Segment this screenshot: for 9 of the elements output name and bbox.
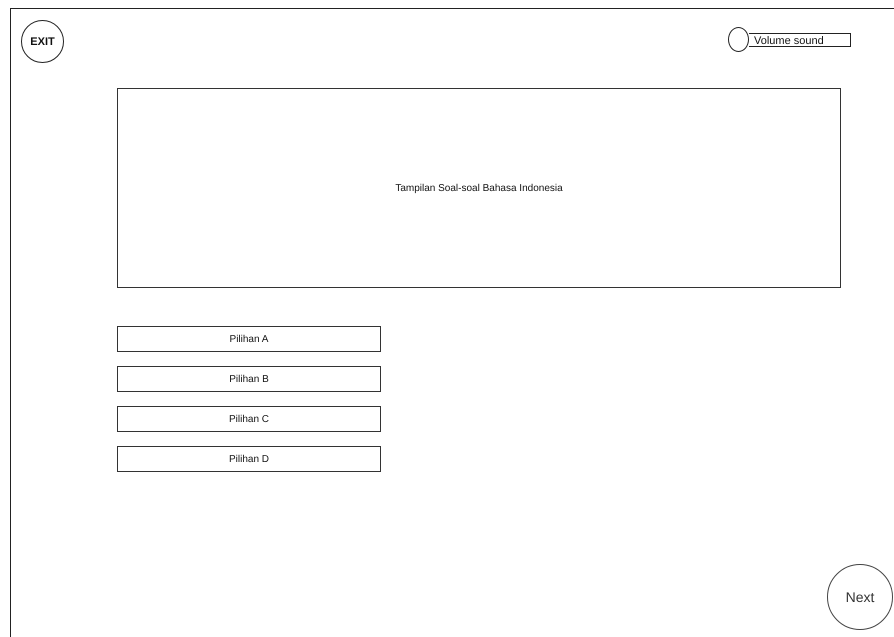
question-text: Tampilan Soal-soal Bahasa Indonesia (395, 182, 563, 194)
answer-option[interactable]: Pilihan D (117, 446, 381, 472)
next-button[interactable]: Next (827, 564, 893, 630)
volume-label: Volume sound (749, 32, 851, 46)
answer-option[interactable]: Pilihan A (117, 326, 381, 352)
answer-option[interactable]: Pilihan C (117, 406, 381, 432)
answer-option[interactable]: Pilihan B (117, 366, 381, 392)
volume-knob[interactable] (728, 27, 749, 52)
exit-button[interactable]: EXIT (21, 20, 64, 63)
